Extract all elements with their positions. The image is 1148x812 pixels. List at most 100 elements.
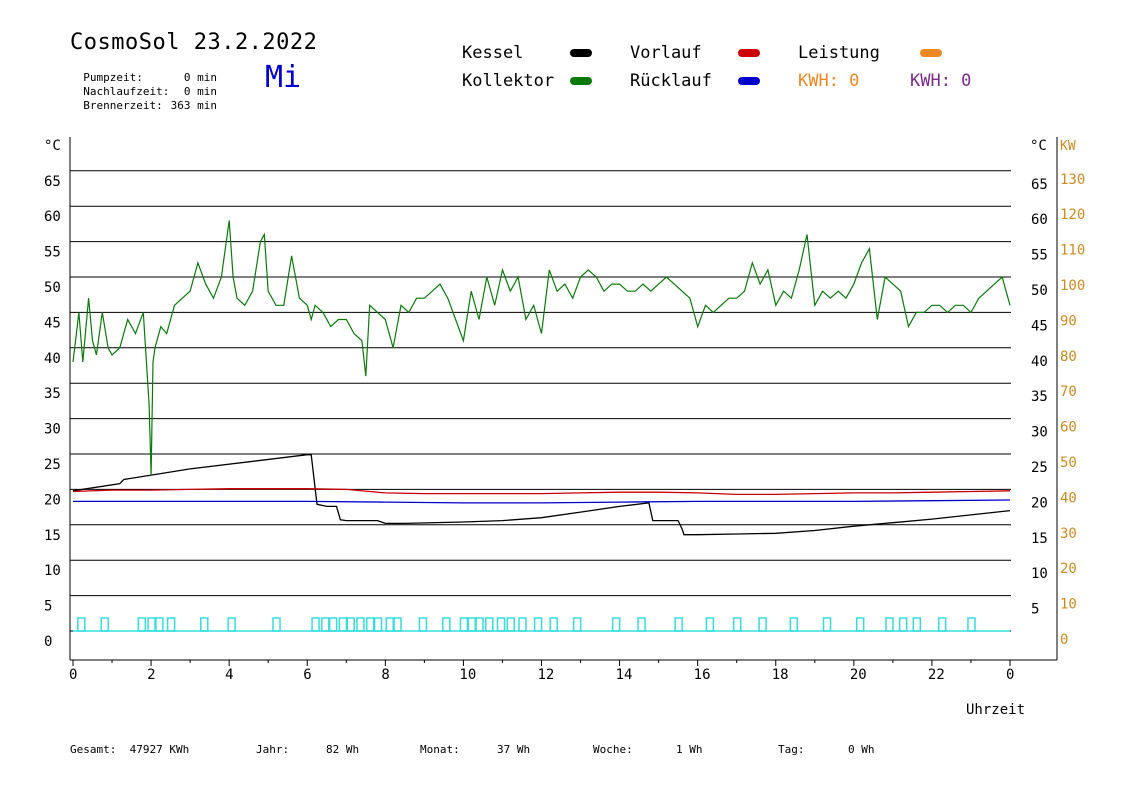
pump-marker [506, 617, 516, 632]
x-tick-label-5: 10 [459, 667, 476, 683]
chart-ticks: 0510152025303540455055606551015202530354… [44, 172, 1085, 683]
y-tick-left-50: 50 [44, 280, 61, 296]
y-tick-kw-0: 0 [1060, 632, 1068, 648]
y-tick-left-65: 65 [44, 174, 61, 190]
pump-marker [533, 617, 543, 632]
monat-label: Monat: [420, 743, 460, 756]
jahr-value: 82 Wh [326, 743, 360, 756]
y-tick-kw-120: 120 [1060, 207, 1085, 223]
x-tick-label-0: 0 [69, 667, 77, 683]
x-tick-label-9: 18 [772, 667, 789, 683]
y-tick-left-45: 45 [44, 315, 61, 331]
pump-marker [418, 617, 428, 632]
x-axis-label: Uhrzeit [966, 702, 1025, 718]
pump-marker [321, 617, 330, 632]
x-tick-label-2: 4 [225, 667, 233, 683]
series-kessel [72, 454, 1011, 536]
pump-marker [898, 617, 908, 632]
x-tick-label-7: 14 [616, 667, 633, 683]
pump-marker [311, 617, 320, 632]
pump-marker [365, 617, 375, 632]
y-tick-right-15: 15 [1031, 531, 1048, 547]
pump-marker [611, 617, 621, 632]
pump-marker [338, 617, 348, 632]
pump-marker [166, 617, 176, 632]
y-tick-right-60: 60 [1031, 212, 1048, 228]
pump-marker [200, 617, 209, 632]
footer-gesamt: Gesamt: 47927 KWh [70, 743, 189, 756]
y-tick-kw-80: 80 [1060, 349, 1077, 365]
y-tick-left-25: 25 [44, 457, 61, 473]
y-tick-left-35: 35 [44, 386, 61, 402]
series-ruecklauf [73, 499, 1011, 504]
y-tick-right-50: 50 [1031, 283, 1048, 299]
y-axis-label-right: °C [1030, 138, 1047, 154]
y-tick-right-5: 5 [1031, 602, 1039, 618]
tag-value: 0 Wh [848, 743, 875, 756]
x-tick-label-4: 8 [381, 667, 389, 683]
y-tick-right-20: 20 [1031, 495, 1048, 511]
x-tick-label-11: 22 [928, 667, 945, 683]
chart-grid [70, 170, 1011, 632]
y-tick-right-10: 10 [1031, 566, 1048, 582]
y-tick-kw-70: 70 [1060, 384, 1077, 400]
footer-jahr: Jahr: [256, 743, 289, 756]
pump-marker [328, 617, 338, 632]
x-tick-label-1: 2 [147, 667, 155, 683]
pump-marker [485, 617, 494, 632]
x-tick-label-8: 16 [694, 667, 711, 683]
gesamt-value: 47927 KWh [129, 743, 190, 756]
pump-marker [758, 617, 767, 632]
gesamt-label: Gesamt: [70, 743, 117, 756]
temperature-chart: 0510152025303540455055606551015202530354… [44, 137, 1085, 718]
y-tick-left-5: 5 [44, 599, 52, 615]
y-tick-right-30: 30 [1031, 425, 1048, 441]
pump-marker [822, 617, 832, 632]
y-axis-label-kw: KW [1060, 139, 1076, 154]
pump-marker [346, 617, 355, 632]
jahr-label: Jahr: [256, 743, 290, 756]
woche-value: 1 Wh [676, 743, 703, 756]
pump-marker [137, 617, 147, 632]
pump-marker [356, 617, 365, 632]
pump-marker [732, 617, 742, 632]
y-tick-left-30: 30 [44, 422, 61, 438]
pump-marker [496, 617, 506, 632]
y-axis-label-left: °C [44, 138, 61, 154]
y-tick-left-60: 60 [44, 209, 61, 225]
y-tick-right-35: 35 [1031, 389, 1048, 405]
pump-marker [674, 617, 683, 632]
x-tick-label-12: 0 [1006, 667, 1014, 683]
pump-marker [572, 617, 582, 632]
y-tick-kw-90: 90 [1060, 313, 1077, 329]
y-tick-right-45: 45 [1031, 318, 1048, 334]
woche-label: Woche: [593, 743, 633, 756]
y-tick-left-0: 0 [44, 634, 52, 650]
pump-marker [789, 617, 799, 632]
y-tick-kw-10: 10 [1060, 597, 1077, 613]
monat-value: 37 Wh [497, 743, 531, 756]
pump-marker [459, 617, 469, 632]
y-tick-left-20: 20 [44, 492, 61, 508]
pump-marker [393, 617, 402, 632]
chart-axes [69, 137, 1058, 661]
pump-marker [155, 617, 164, 632]
pump-marker [100, 617, 109, 632]
pump-marker [77, 617, 86, 632]
x-tick-label-3: 6 [303, 667, 311, 683]
pump-marker [549, 617, 558, 632]
pump-marker [373, 617, 383, 632]
x-tick-label-10: 20 [850, 667, 867, 683]
pump-marker [855, 617, 865, 632]
y-tick-kw-130: 130 [1060, 172, 1085, 188]
y-tick-kw-50: 50 [1060, 455, 1077, 471]
tag-label: Tag: [778, 743, 805, 756]
pump-marker [967, 617, 976, 632]
pump-marker [272, 617, 281, 632]
y-tick-left-10: 10 [44, 563, 61, 579]
pump-marker [518, 617, 527, 632]
pump-marker [637, 617, 646, 632]
y-tick-kw-40: 40 [1060, 490, 1077, 506]
pump-series [73, 617, 1010, 632]
pump-marker [147, 617, 156, 632]
